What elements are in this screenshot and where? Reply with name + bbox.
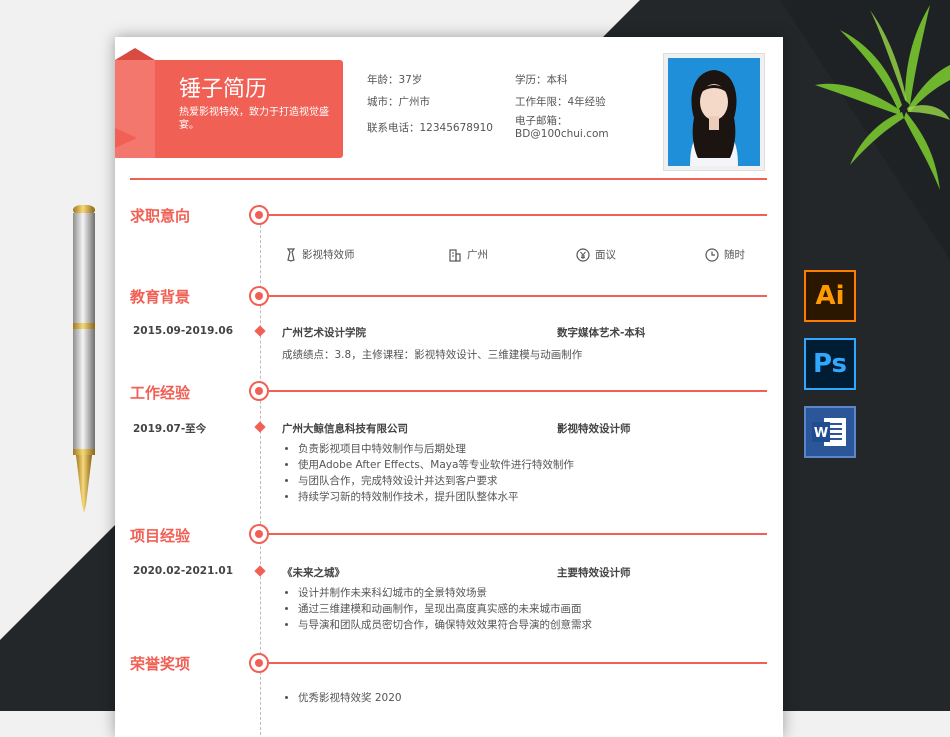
- work-duties: 负责影视项目中特效制作与后期处理 使用Adobe After Effects、M…: [282, 441, 574, 505]
- work-date: 2019.07-至今: [133, 423, 207, 435]
- section-marker: [249, 205, 269, 225]
- header-banner: [115, 48, 343, 158]
- photoshop-label: Ps: [812, 349, 848, 379]
- section-marker: [249, 381, 269, 401]
- intent-position-text: 影视特效师: [302, 249, 355, 261]
- section-title-honors: 荣誉奖项: [130, 655, 191, 673]
- project-name: 《未来之城》: [282, 567, 345, 579]
- education-major: 数字媒体艺术-本科: [557, 327, 646, 339]
- intent-availability: 随时: [705, 247, 745, 262]
- profile-photo: [663, 53, 765, 171]
- word-glyph-icon: W: [812, 418, 846, 446]
- info-email[interactable]: BD@100chui.com: [515, 128, 609, 141]
- entry-marker: [254, 421, 266, 433]
- intent-availability-text: 随时: [724, 249, 745, 261]
- svg-text:W: W: [814, 426, 828, 441]
- yuan-icon: [576, 247, 590, 262]
- work-role: 影视特效设计师: [557, 423, 631, 435]
- project-role: 主要特效设计师: [557, 567, 631, 579]
- section-title-education: 教育背景: [130, 288, 191, 306]
- info-education: 学历：本科: [515, 74, 568, 86]
- plant-decoration: [815, 5, 950, 190]
- intent-salary: 面议: [576, 247, 616, 262]
- section-marker: [249, 286, 269, 306]
- section-line: [269, 295, 767, 297]
- list-item: 与团队合作，完成特效设计并达到客户要求: [298, 473, 574, 489]
- section-line: [269, 662, 767, 664]
- list-item: 持续学习新的特效制作技术，提升团队整体水平: [298, 489, 574, 505]
- avatar-portrait: [690, 70, 738, 166]
- section-marker: [249, 653, 269, 673]
- section-line: [269, 390, 767, 392]
- intent-city: 广州: [448, 247, 488, 262]
- section-line: [269, 214, 767, 216]
- intent-salary-text: 面议: [595, 249, 616, 261]
- illustrator-label: Ai: [815, 281, 845, 311]
- header-divider: [130, 178, 767, 180]
- illustrator-icon: Ai: [804, 270, 856, 322]
- tie-icon: [286, 247, 296, 262]
- list-item: 设计并制作未来科幻城市的全景特效场景: [298, 585, 592, 601]
- word-icon: W: [804, 406, 856, 458]
- list-item: 通过三维建模和动画制作，呈现出高度真实感的未来城市画面: [298, 601, 592, 617]
- intent-city-text: 广州: [467, 249, 488, 261]
- list-item: 使用Adobe After Effects、Maya等专业软件进行特效制作: [298, 457, 574, 473]
- entry-marker: [254, 565, 266, 577]
- section-title-work: 工作经验: [130, 384, 191, 402]
- education-date: 2015.09-2019.06: [133, 325, 234, 337]
- info-age: 年龄：37岁: [367, 74, 423, 86]
- resume-tagline: 热爱影视特效，致力于打造视觉盛宴。: [179, 107, 329, 131]
- info-years: 工作年限：4年经验: [515, 96, 606, 108]
- work-company: 广州大鲸信息科技有限公司: [282, 423, 408, 435]
- resume-paper: 锤子简历 热爱影视特效，致力于打造视觉盛宴。 年龄：37岁 学历：本科 城市：广…: [115, 37, 783, 737]
- info-email-label: 电子邮箱：: [515, 115, 568, 127]
- resume-name: 锤子简历: [179, 77, 268, 102]
- list-item: 负责影视项目中特效制作与后期处理: [298, 441, 574, 457]
- entry-marker: [254, 325, 266, 337]
- list-item: 与导演和团队成员密切合作，确保特效效果符合导演的创意需求: [298, 617, 592, 633]
- building-icon: [449, 248, 461, 262]
- section-line: [269, 533, 767, 535]
- section-title-intent: 求职意向: [130, 207, 191, 225]
- project-date: 2020.02-2021.01: [133, 565, 234, 577]
- photoshop-icon: Ps: [804, 338, 856, 390]
- intent-position: 影视特效师: [285, 247, 355, 262]
- education-school: 广州艺术设计学院: [282, 327, 366, 339]
- info-city: 城市：广州市: [367, 96, 430, 108]
- pen-decoration: [73, 205, 95, 513]
- education-detail: 成绩绩点：3.8，主修课程：影视特效设计、三维建模与动画制作: [282, 349, 583, 361]
- info-phone: 联系电话：12345678910: [367, 122, 493, 134]
- section-title-project: 项目经验: [130, 527, 191, 545]
- project-duties: 设计并制作未来科幻城市的全景特效场景 通过三维建模和动画制作，呈现出高度真实感的…: [282, 585, 592, 633]
- section-marker: [249, 524, 269, 544]
- clock-icon: [705, 247, 719, 262]
- honors-list: 优秀影视特效奖 2020: [282, 690, 402, 706]
- list-item: 优秀影视特效奖 2020: [298, 690, 402, 706]
